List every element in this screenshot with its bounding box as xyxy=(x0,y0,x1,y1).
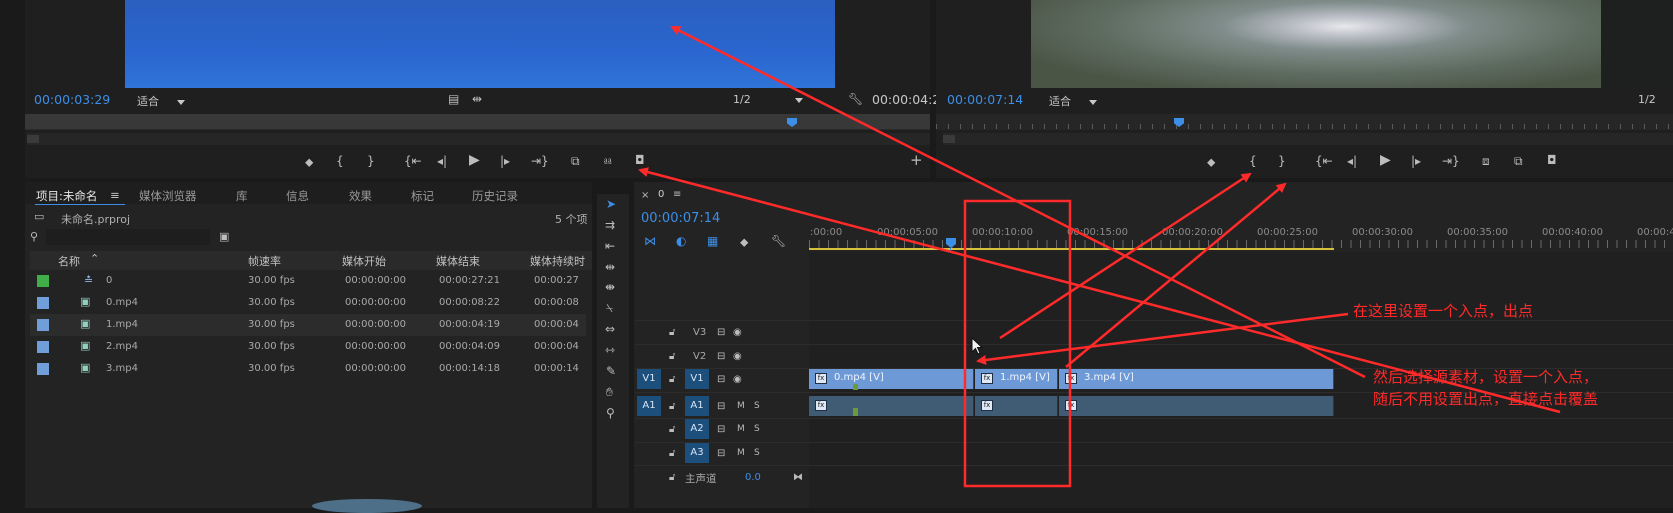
arrow-to-timeline xyxy=(976,312,1349,365)
annotation-overlay xyxy=(638,25,1561,488)
annotation-note-2b: 随后不用设置出点，直接点击覆盖 xyxy=(1373,390,1599,408)
annotation-note-2a: 然后选择源素材，设置一个入点， xyxy=(1373,368,1599,386)
arrow-to-mark-in xyxy=(999,172,1252,340)
annotation-note-1: 在这里设置一个入点，出点 xyxy=(1353,302,1534,320)
arrow-to-mark-out xyxy=(1065,182,1287,368)
highlight-box xyxy=(963,199,1072,488)
